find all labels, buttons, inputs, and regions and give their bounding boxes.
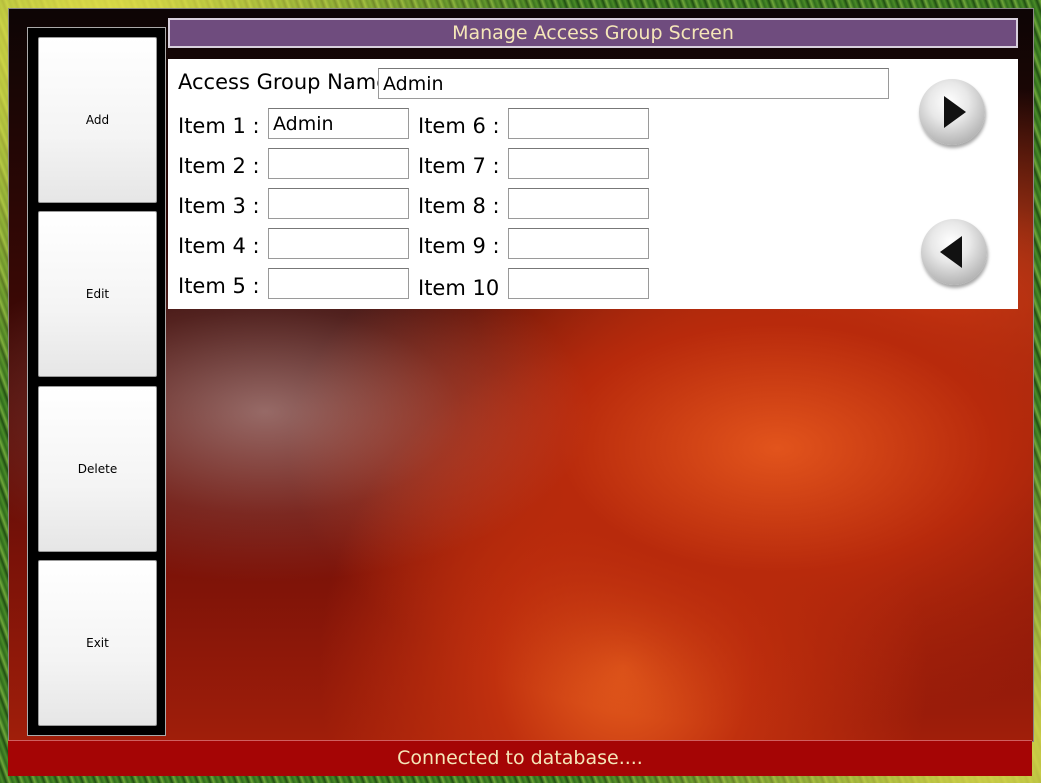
item-3-input[interactable] xyxy=(268,188,409,219)
play-right-icon xyxy=(944,96,966,128)
access-group-form: Access Group Name Item 1 : Item 2 : Item… xyxy=(168,59,1018,309)
group-name-input[interactable] xyxy=(378,68,889,99)
edit-button[interactable]: Edit xyxy=(38,211,157,377)
previous-button[interactable] xyxy=(921,219,987,285)
play-left-icon xyxy=(940,236,962,268)
page-title: Manage Access Group Screen xyxy=(168,18,1018,48)
item-2-label: Item 2 : xyxy=(178,154,260,178)
sidebar: Add Edit Delete Exit xyxy=(27,27,166,736)
item-5-input[interactable] xyxy=(268,268,409,299)
item-9-label: Item 9 : xyxy=(418,234,500,258)
item-10-input[interactable] xyxy=(508,268,649,299)
add-button[interactable]: Add xyxy=(38,37,157,203)
item-6-input[interactable] xyxy=(508,108,649,139)
item-8-label: Item 8 : xyxy=(418,194,500,218)
item-7-label: Item 7 : xyxy=(418,154,500,178)
item-1-input[interactable] xyxy=(268,108,409,139)
item-3-label: Item 3 : xyxy=(178,194,260,218)
item-7-input[interactable] xyxy=(508,148,649,179)
status-bar: Connected to database.... xyxy=(8,740,1032,776)
item-9-input[interactable] xyxy=(508,228,649,259)
item-10-label: Item 10 xyxy=(418,276,500,300)
item-5-label: Item 5 : xyxy=(178,274,260,298)
item-2-input[interactable] xyxy=(268,148,409,179)
next-button[interactable] xyxy=(919,79,985,145)
item-8-input[interactable] xyxy=(508,188,649,219)
item-4-input[interactable] xyxy=(268,228,409,259)
delete-button[interactable]: Delete xyxy=(38,386,157,552)
item-4-label: Item 4 : xyxy=(178,234,260,258)
group-name-label: Access Group Name xyxy=(178,70,390,94)
item-1-label: Item 1 : xyxy=(178,114,260,138)
exit-button[interactable]: Exit xyxy=(38,560,157,726)
item-6-label: Item 6 : xyxy=(418,114,500,138)
